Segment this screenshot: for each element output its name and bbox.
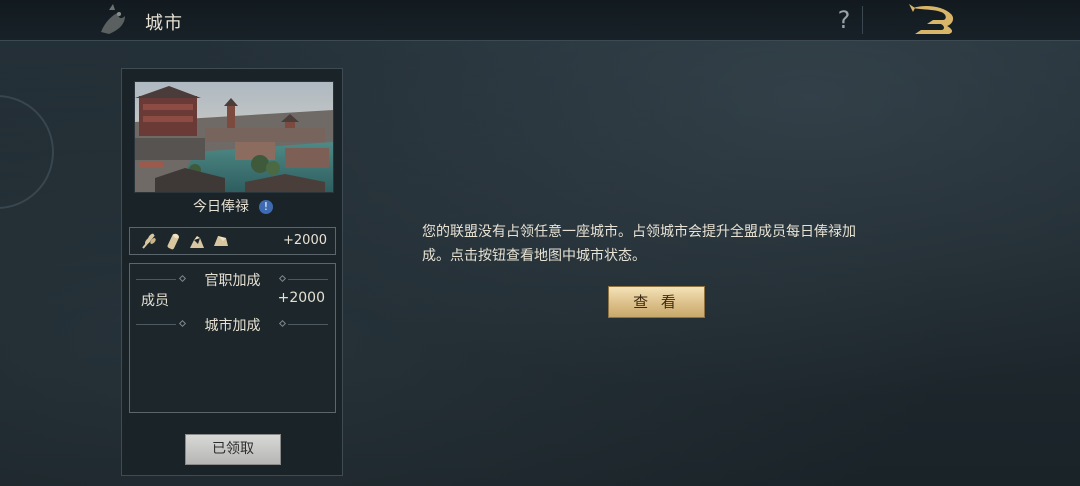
top-bar: 城市 ? bbox=[0, 0, 1080, 41]
no-city-message: 您的联盟没有占领任意一座城市。占领城市会提升全盟成员每日俸禄加 成。点击按钮查看… bbox=[422, 220, 902, 268]
city-bonus-header: 城市加成 bbox=[130, 315, 335, 334]
diamond-icon bbox=[278, 319, 287, 328]
resource-reward-box: +2000 bbox=[129, 227, 336, 255]
wood-icon bbox=[167, 233, 179, 250]
diamond-icon bbox=[178, 274, 187, 283]
bonus-panel: 官职加成 成员 +2000 城市加成 bbox=[129, 263, 336, 413]
help-button[interactable]: ? bbox=[830, 4, 858, 36]
member-label: 成员 bbox=[141, 293, 169, 309]
divider bbox=[862, 6, 863, 34]
wheat-icon bbox=[142, 233, 156, 249]
dragon-back-icon[interactable] bbox=[905, 2, 961, 38]
info-icon[interactable]: ! bbox=[259, 200, 273, 214]
daily-salary-heading: 今日俸禄! bbox=[122, 196, 344, 218]
claimed-button[interactable]: 已领取 bbox=[185, 434, 281, 465]
city-bonus-label: 城市加成 bbox=[204, 318, 261, 334]
message-line-1: 您的联盟没有占领任意一座城市。占领城市会提升全盟成员每日俸禄加 bbox=[422, 224, 856, 240]
official-bonus-header: 官职加成 bbox=[130, 270, 335, 289]
city-scene-image bbox=[134, 81, 334, 193]
diamond-icon bbox=[278, 274, 287, 283]
city-emblem-icon bbox=[101, 4, 125, 34]
view-button[interactable]: 查 看 bbox=[608, 286, 705, 318]
diamond-icon bbox=[178, 319, 187, 328]
official-bonus-label: 官职加成 bbox=[204, 273, 261, 289]
resource-reward-value: +2000 bbox=[283, 233, 327, 248]
game-screen: 城市 ? 今日俸禄 ! +2000 官职加成 成员 +2000 城市加成 已领取… bbox=[0, 0, 1080, 486]
question-icon: ? bbox=[837, 6, 851, 34]
iron-icon bbox=[214, 236, 228, 246]
daily-salary-label: 今日俸禄 bbox=[193, 199, 249, 215]
member-bonus-value: +2000 bbox=[277, 290, 325, 306]
decorative-ring bbox=[0, 95, 54, 209]
message-line-2: 成。点击按钮查看地图中城市状态。 bbox=[422, 248, 646, 264]
city-salary-card: 今日俸禄! +2000 官职加成 成员 +2000 城市加成 已领取 bbox=[121, 68, 343, 476]
stone-icon bbox=[190, 236, 204, 248]
page-title: 城市 bbox=[145, 13, 183, 34]
